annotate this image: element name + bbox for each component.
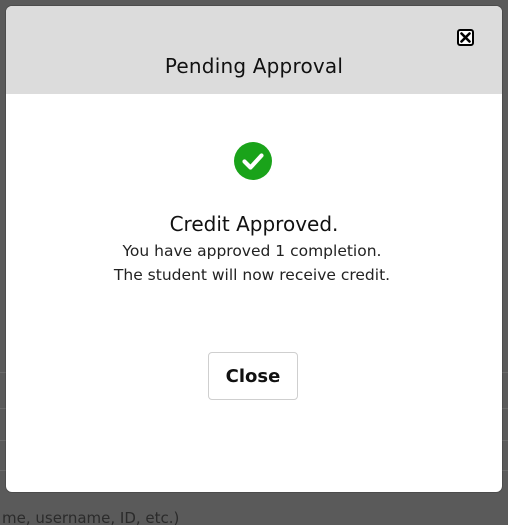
result-title: Credit Approved. xyxy=(169,212,339,236)
close-x-icon[interactable] xyxy=(457,29,474,46)
modal-body: Credit Approved. You have approved 1 com… xyxy=(6,94,502,492)
close-button[interactable]: Close xyxy=(208,352,298,400)
modal-header: Pending Approval xyxy=(6,6,502,94)
result-message: You have approved 1 completion. The stud… xyxy=(113,242,391,284)
modal-title: Pending Approval xyxy=(164,54,344,78)
background-search-hint: me, username, ID, etc.) xyxy=(2,509,180,525)
approval-modal: Pending Approval Credit Approved. You ha… xyxy=(6,6,502,492)
check-circle-icon xyxy=(234,142,272,180)
